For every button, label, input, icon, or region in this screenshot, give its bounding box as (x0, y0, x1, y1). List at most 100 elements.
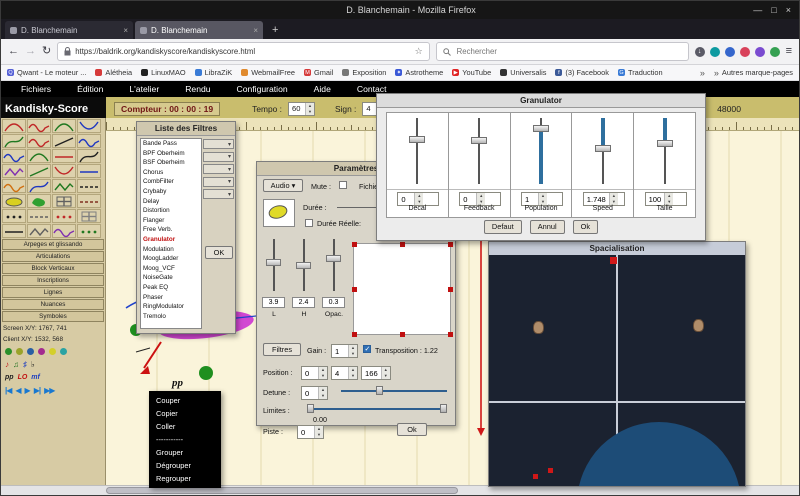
params-ok-button[interactable]: Ok (397, 423, 427, 436)
granulator-value-spinner[interactable]: 100▲▼ (645, 192, 687, 206)
granulator-slider[interactable] (634, 113, 695, 190)
slider-thumb[interactable] (533, 125, 549, 132)
filter-list-item[interactable]: Phaser (141, 293, 201, 303)
selection-handle[interactable] (352, 287, 357, 292)
granulator-slider[interactable] (449, 113, 510, 190)
spinner-down-icon[interactable]: ▼ (349, 373, 357, 379)
filters-button[interactable]: Filtres (263, 343, 301, 356)
slider-thumb[interactable] (595, 145, 611, 152)
spinner-arrows[interactable]: ▲▼ (348, 345, 357, 357)
palette-cell-hline[interactable] (77, 164, 101, 178)
note-symbol[interactable]: ♯ (23, 361, 27, 369)
filter-slot-select[interactable]: ▾ (203, 189, 234, 199)
palette-cell-ellipse[interactable] (2, 194, 26, 208)
palette-cell-dash[interactable] (27, 209, 51, 223)
transposition-checkbox[interactable] (363, 345, 371, 353)
menu-item-rendu[interactable]: Rendu (185, 84, 210, 94)
menu-item-dition[interactable]: Édition (77, 84, 103, 94)
palette-cell-hline[interactable] (52, 149, 76, 163)
selection-handle[interactable] (352, 332, 357, 337)
spinner-arrows[interactable]: ▲▼ (381, 367, 390, 379)
selection-handle[interactable] (448, 332, 453, 337)
palette-cell-dots[interactable] (77, 224, 101, 238)
palette-cell-line[interactable] (52, 134, 76, 148)
context-menu-item[interactable]: Coller (149, 420, 221, 433)
category-button-inscriptions[interactable]: Inscriptions (2, 275, 104, 286)
slider-thumb[interactable] (266, 259, 281, 266)
playback-button[interactable]: |◀ (5, 386, 11, 395)
spinner-arrows[interactable]: ▲▼ (609, 193, 618, 205)
category-button-articulations[interactable]: Articulations (2, 251, 104, 262)
category-button-arpeges-et-glissando[interactable]: Arpeges et glissando (2, 239, 104, 250)
filter-list-item[interactable]: Chorus (141, 168, 201, 178)
slider-thumb[interactable] (409, 136, 425, 143)
palette-cell-dash[interactable] (77, 194, 101, 208)
spinner-down-icon[interactable]: ▼ (319, 393, 327, 399)
note-symbol[interactable]: ♪ (5, 361, 9, 369)
filter-list-item[interactable]: NoiseGate (141, 273, 201, 283)
spinner-arrows[interactable]: ▲▼ (348, 367, 357, 379)
bookmark-item[interactable]: Exposition (342, 68, 386, 77)
dynamics-symbol[interactable]: LO (18, 374, 28, 381)
menu-item-fichiers[interactable]: Fichiers (21, 84, 51, 94)
filter-list-item[interactable]: Peak EQ (141, 283, 201, 293)
browser-tab[interactable]: D. Blanchemain× (5, 21, 133, 39)
forward-button[interactable]: → (25, 46, 36, 57)
extension-blue-icon[interactable] (725, 47, 735, 57)
duration-field[interactable] (337, 197, 379, 208)
palette-cell-wave[interactable] (27, 119, 51, 133)
palette-cell-wave[interactable] (2, 149, 26, 163)
palette-cell-wave[interactable] (52, 224, 76, 238)
palette-cell-wave[interactable] (77, 134, 101, 148)
extension-red-icon[interactable] (740, 47, 750, 57)
bookmark-item[interactable]: GTraduction (618, 68, 663, 77)
detune-slider-thumb[interactable] (376, 386, 383, 395)
spatialisation-field[interactable] (489, 255, 745, 486)
spinner-down-icon[interactable]: ▼ (349, 351, 357, 357)
extension-teal-icon[interactable] (710, 47, 720, 57)
palette-cell-zig[interactable] (52, 179, 76, 193)
context-menu-item[interactable]: Copier (149, 407, 221, 420)
slider-thumb[interactable] (296, 262, 311, 269)
playback-button[interactable]: ◀ (15, 386, 20, 395)
bookmark-star-icon[interactable]: ☆ (415, 46, 423, 57)
color-dot[interactable] (60, 348, 67, 355)
spinner-down-icon[interactable]: ▼ (315, 432, 323, 438)
palette-cell-arc[interactable] (27, 149, 51, 163)
position-spinner[interactable]: 166▲▼ (361, 366, 391, 380)
bookmark-item[interactable]: ▶YouTube (452, 68, 491, 77)
extension-purple-icon[interactable] (755, 47, 765, 57)
real-duration-checkbox[interactable] (305, 219, 313, 227)
browser-tab[interactable]: D. Blanchemain× (135, 21, 263, 39)
palette-cell-blob[interactable] (27, 194, 51, 208)
filter-list-item[interactable]: Free Verb. (141, 225, 201, 235)
filter-list-item[interactable]: CombFilter (141, 177, 201, 187)
palette-cell-curve[interactable] (27, 179, 51, 193)
spinner-arrows[interactable]: ▲▼ (414, 193, 423, 205)
filter-slot-select[interactable]: ▾ (203, 152, 234, 162)
close-button[interactable]: × (786, 5, 791, 15)
green-note[interactable] (199, 366, 213, 380)
granulator-value-spinner[interactable]: 1.748▲▼ (583, 192, 625, 206)
position-spinner[interactable]: 4▲▼ (331, 366, 358, 380)
filter-list-item[interactable]: BSF Oberheim (141, 158, 201, 168)
filter-list-item[interactable]: Crybaby (141, 187, 201, 197)
playback-button[interactable]: ▶▶ (44, 386, 54, 395)
spinner-arrows[interactable]: ▲▼ (318, 387, 327, 399)
filter-slot-select[interactable]: ▾ (203, 139, 234, 149)
note-symbol[interactable]: ♭ (31, 361, 35, 369)
selection-handle[interactable] (400, 332, 405, 337)
position-spinner[interactable]: 0▲▼ (301, 366, 328, 380)
palette-cell-wave[interactable] (27, 134, 51, 148)
spatial-red-dot[interactable] (548, 468, 553, 473)
color-dot[interactable] (49, 348, 56, 355)
note-symbol[interactable]: ♫ (13, 361, 19, 369)
palette-cell-zig[interactable] (2, 164, 26, 178)
reload-button[interactable]: ↻ (42, 46, 51, 57)
spinner-arrows[interactable]: ▲▼ (314, 426, 323, 438)
filter-list-item[interactable]: Distortion (141, 206, 201, 216)
spinner-arrows[interactable]: ▲▼ (476, 193, 485, 205)
category-button-block-verticaux[interactable]: Block Verticaux (2, 263, 104, 274)
bookmark-item[interactable]: WebmailFree (241, 68, 295, 77)
bookmark-item[interactable]: QQwant - Le moteur ... (7, 68, 86, 77)
